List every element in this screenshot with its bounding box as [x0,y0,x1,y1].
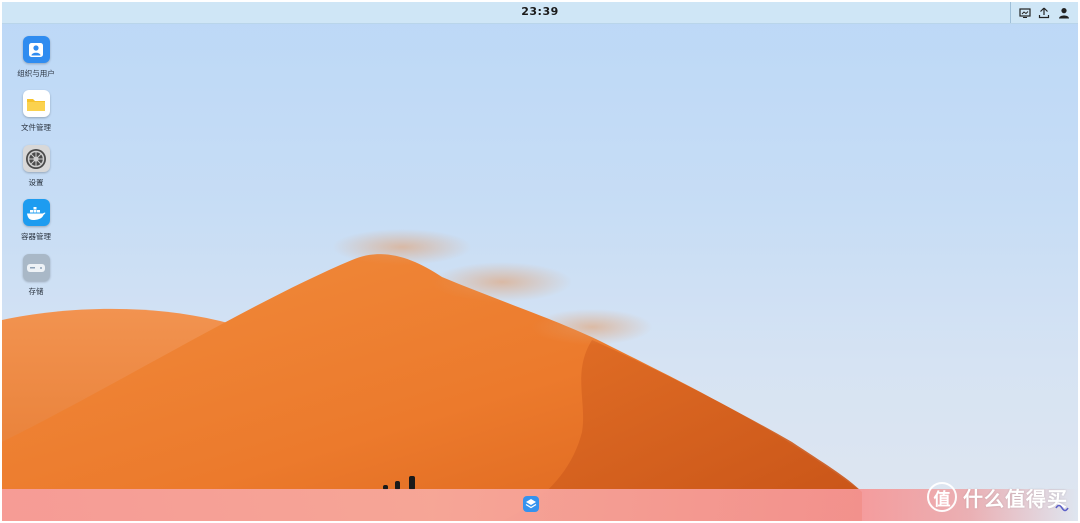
watermark-logo: 值 [927,482,957,512]
desktop-icon-label: 组织与用户 [17,69,55,78]
settings-icon [22,145,50,172]
desktop-icon-label: 设置 [28,178,44,187]
docker-icon [22,199,50,226]
desktop-icon-label: 存储 [28,287,44,296]
watermark: 值 什么值得买 [927,480,1068,514]
top-bar: 23:39 [2,2,1078,24]
folder-icon [22,90,50,117]
user-card-icon [22,36,50,63]
app-launcher-icon[interactable] [523,496,539,512]
desktop-screen: 23:39 组织与用户 文件管理 设置 容器管理 存储 值 什么值得买 [2,2,1078,521]
desktop-icon-label: 文件管理 [21,123,51,132]
corner-sound-icon [1055,504,1069,512]
watermark-text: 什么值得买 [963,486,1068,511]
desktop-icon-storage[interactable]: 存储 [13,254,59,297]
desktop-icon-files[interactable]: 文件管理 [13,90,59,133]
clock: 23:39 [521,5,559,18]
desktop-icon-settings[interactable]: 设置 [13,145,59,188]
system-tray [1010,2,1078,23]
wallpaper [2,229,862,521]
storage-icon [22,254,50,281]
dock [2,489,1078,521]
desktop-icon-users[interactable]: 组织与用户 [13,36,59,79]
user-icon[interactable] [1058,7,1070,19]
desktop-icon-label: 容器管理 [21,232,51,241]
desktop-icon-containers[interactable]: 容器管理 [13,199,59,242]
display-icon[interactable] [1019,7,1031,19]
upload-icon[interactable] [1038,7,1050,19]
